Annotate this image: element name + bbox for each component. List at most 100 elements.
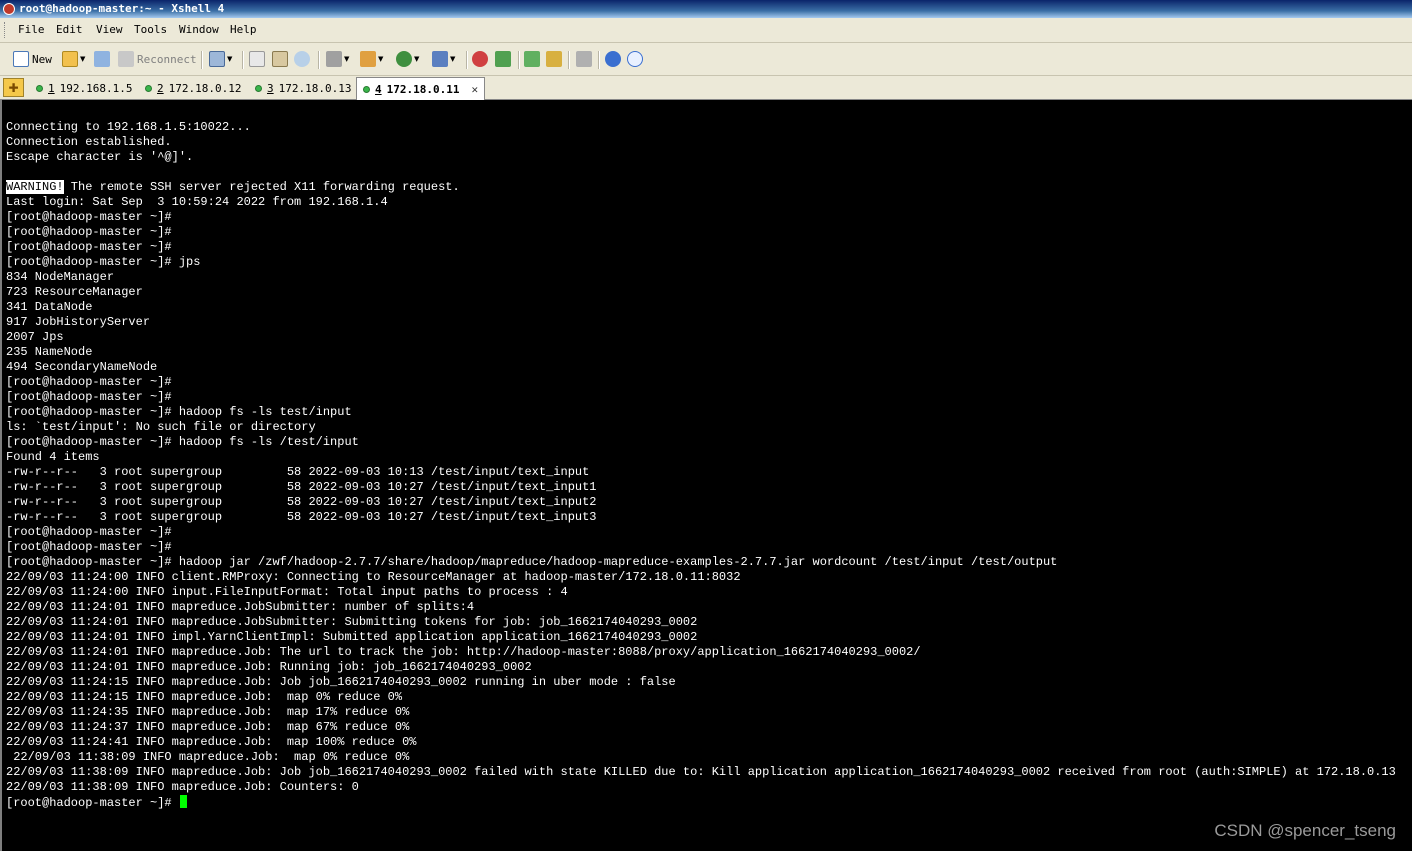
xmanager-button[interactable] [495,50,511,68]
tab-number: 2 [157,82,164,95]
tab-host: 172.18.0.13 [278,82,352,95]
add-session-button[interactable]: ✚ [3,78,24,97]
new-session-label: New [32,52,52,66]
terminal-output[interactable]: Connecting to 192.168.1.5:10022... Conne… [0,100,1412,851]
terminal-line: [root@hadoop-master ~]# [6,240,172,254]
terminal-line: [root@hadoop-master ~]# [6,210,172,224]
terminal-line: 22/09/03 11:24:35 INFO mapreduce.Job: ma… [6,705,410,719]
tab-number: 1 [48,82,55,95]
terminal-line: 22/09/03 11:24:01 INFO impl.YarnClientIm… [6,630,698,644]
tab-host: 172.18.0.12 [168,82,242,95]
printer-icon [326,51,342,67]
prompt-line[interactable]: [root@hadoop-master ~]# [6,795,1396,810]
terminal-line: 22/09/03 11:24:37 INFO mapreduce.Job: ma… [6,720,410,734]
connected-status-icon [145,85,152,92]
paste-button[interactable] [272,50,288,68]
title-bar: root@hadoop-master:~ - Xshell 4 [0,0,1412,18]
terminal-line: 235 NameNode [6,345,93,359]
copy-icon [249,51,265,67]
terminal-line: 22/09/03 11:38:09 INFO mapreduce.Job: Co… [6,780,359,794]
help-button[interactable] [605,50,621,68]
transfer-button[interactable]: ▼ [360,50,383,68]
terminal-line: [root@hadoop-master ~]# hadoop fs -ls /t… [6,435,359,449]
session-tab-1[interactable]: 1 192.168.1.5 [36,78,132,99]
terminal-line: 834 NodeManager [6,270,115,284]
keyboard-button[interactable] [576,50,592,68]
globe-icon [396,51,412,67]
globe-dropdown-arrow-icon[interactable]: ▼ [414,55,419,63]
new-session-button[interactable]: New [13,50,52,68]
globe-button[interactable]: ▼ [396,50,419,68]
open-dropdown-arrow-icon[interactable]: ▼ [80,55,85,63]
session-tab-4[interactable]: 4 172.18.0.11 ✕ [356,77,486,100]
xshell-app-icon[interactable] [3,3,15,15]
properties-button[interactable]: ▼ [209,50,232,68]
properties-dropdown-arrow-icon[interactable]: ▼ [227,55,232,63]
terminal-line: Connection established. [6,135,172,149]
terminal-line: 22/09/03 11:38:09 INFO mapreduce.Job: Jo… [6,765,1396,779]
tab-host: 192.168.1.5 [59,82,133,95]
toolbar-separator [598,51,600,69]
terminal-line: [root@hadoop-master ~]# [6,540,172,554]
menu-file[interactable]: File [18,23,45,36]
reconnect-label: Reconnect [137,52,197,66]
connected-status-icon [255,85,262,92]
terminal-line: 22/09/03 11:24:15 INFO mapreduce.Job: ma… [6,690,403,704]
font-dropdown-arrow-icon[interactable]: ▼ [450,55,455,63]
menu-tools[interactable]: Tools [134,23,167,36]
toolbar-separator [518,51,520,69]
terminal-line: -rw-r--r-- 3 root supergroup 58 2022-09-… [6,495,597,509]
session-tab-3[interactable]: 3 172.18.0.13 [255,78,351,99]
folder-icon [62,51,78,67]
print-button[interactable]: ▼ [326,50,349,68]
session-tab-2[interactable]: 2 172.18.0.12 [145,78,241,99]
terminal-line: -rw-r--r-- 3 root supergroup 58 2022-09-… [6,480,597,494]
tab-number: 3 [267,82,274,95]
terminal-line: 22/09/03 11:24:01 INFO mapreduce.Job: Ru… [6,660,532,674]
toolbar-separator [318,51,320,69]
lock-button[interactable] [546,50,562,68]
terminal-line: Last login: Sat Sep 3 10:59:24 2022 from… [6,195,388,209]
close-tab-icon[interactable]: ✕ [471,80,478,99]
find-button[interactable] [294,50,310,68]
terminal-line: 723 ResourceManager [6,285,143,299]
keyboard-icon [576,51,592,67]
copy-button[interactable] [249,50,265,68]
font-button[interactable]: ▼ [432,50,455,68]
terminal-line: [root@hadoop-master ~]# jps [6,255,201,269]
paste-icon [272,51,288,67]
terminal-lines: Connecting to 192.168.1.5:10022... Conne… [6,120,1396,810]
terminal-line: -rw-r--r-- 3 root supergroup 58 2022-09-… [6,510,597,524]
terminal-line: 22/09/03 11:38:09 INFO mapreduce.Job: ma… [6,750,410,764]
plus-icon: ✚ [8,80,19,95]
menu-view[interactable]: View [96,23,123,36]
terminal-line: 22/09/03 11:24:41 INFO mapreduce.Job: ma… [6,735,417,749]
connect-button[interactable] [94,50,110,68]
reconnect-button[interactable]: Reconnect [118,50,197,68]
terminal-line: 22/09/03 11:24:01 INFO mapreduce.Job: Th… [6,645,921,659]
properties-icon [209,51,225,67]
transfer-icon [360,51,376,67]
toolbar-separator [466,51,468,69]
toolbar-separator [201,51,203,69]
menu-bar: File Edit View Tools Window Help [0,18,1412,43]
chat-button[interactable] [627,50,643,68]
menu-edit[interactable]: Edit [56,23,83,36]
print-dropdown-arrow-icon[interactable]: ▼ [344,55,349,63]
toolbar: New ▼ Reconnect ▼ ▼ ▼ ▼ ▼ [0,43,1412,76]
menu-window[interactable]: Window [179,23,219,36]
terminal-line: 22/09/03 11:24:00 INFO input.FileInputFo… [6,585,568,599]
xftp-button[interactable] [472,50,488,68]
terminal-line: [root@hadoop-master ~]# [6,525,172,539]
terminal-line: ls: `test/input': No such file or direct… [6,420,316,434]
layout-button[interactable] [524,50,540,68]
font-icon [432,51,448,67]
warning-text: The remote SSH server rejected X11 forwa… [63,180,460,194]
terminal-line: [root@hadoop-master ~]# [6,375,172,389]
toolbar-separator [242,51,244,69]
open-button[interactable]: ▼ [62,50,85,68]
menu-help[interactable]: Help [230,23,257,36]
transfer-dropdown-arrow-icon[interactable]: ▼ [378,55,383,63]
terminal-line: -rw-r--r-- 3 root supergroup 58 2022-09-… [6,465,590,479]
